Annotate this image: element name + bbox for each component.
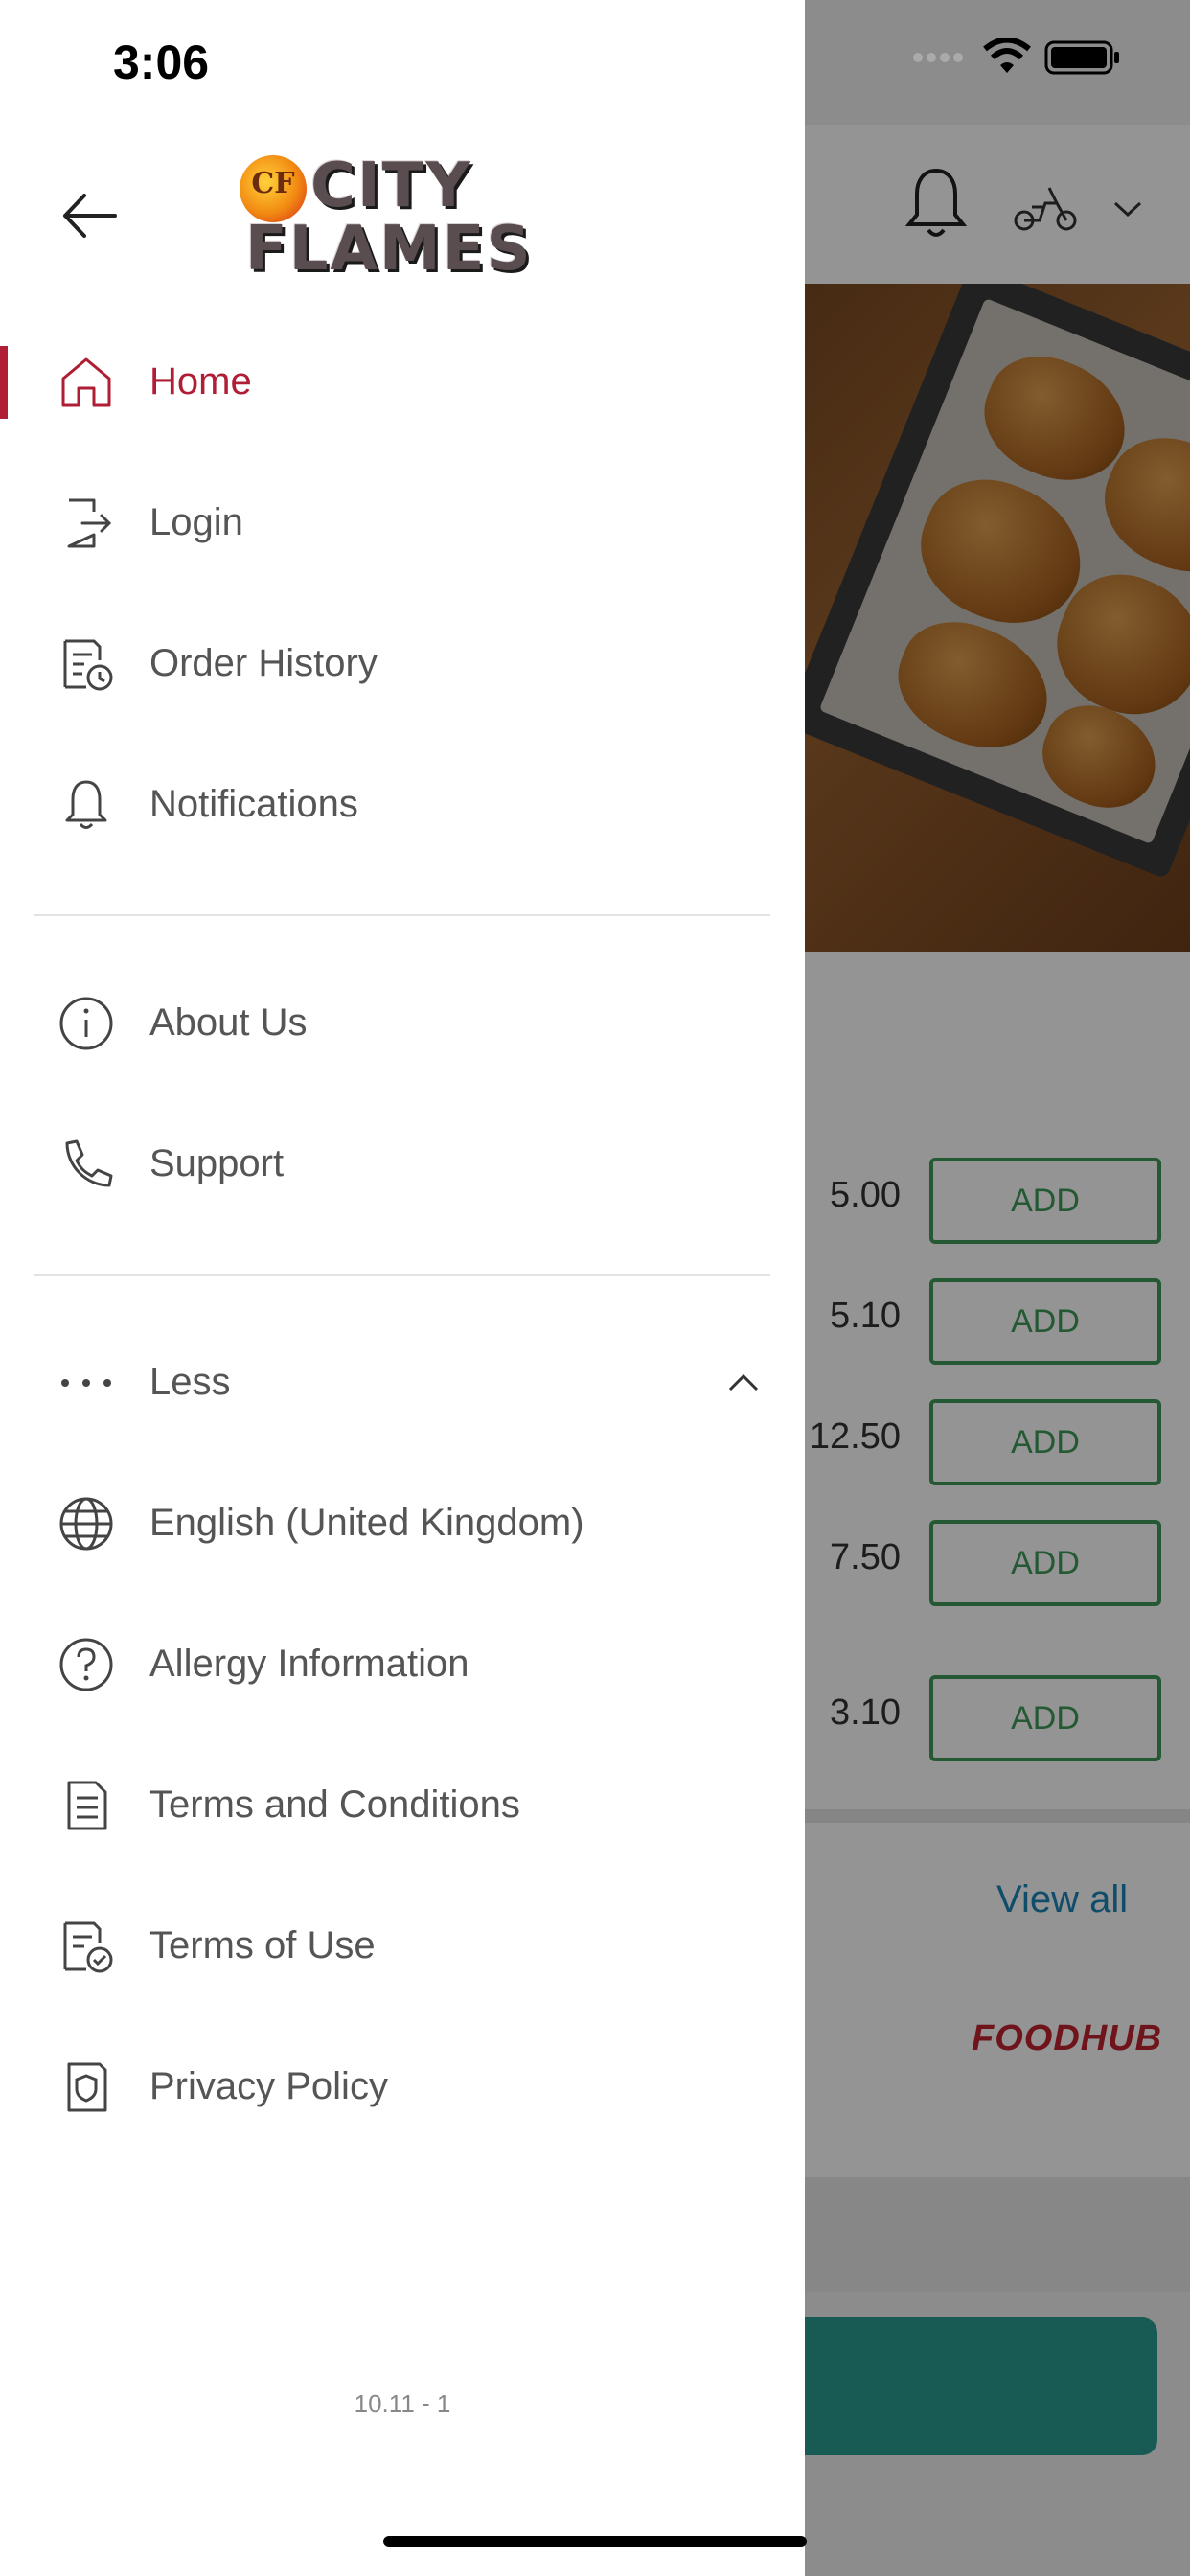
shield-icon (67, 2062, 107, 2112)
order-history-icon (63, 639, 113, 691)
menu-item-login[interactable]: Login (0, 471, 805, 576)
active-indicator (0, 346, 8, 419)
status-icons (912, 38, 1121, 77)
menu-item-label: Notifications (149, 783, 358, 825)
menu-item-order-history[interactable]: Order History (0, 611, 805, 717)
menu-item-label: Less (149, 1361, 231, 1403)
chevron-up-icon (728, 1373, 759, 1392)
menu-item-label: Home (149, 360, 252, 402)
phone-icon (65, 1139, 113, 1187)
menu-item-home[interactable]: Home (0, 330, 805, 435)
question-icon (59, 1638, 113, 1691)
login-icon (67, 498, 112, 548)
back-arrow-icon[interactable] (56, 182, 123, 249)
home-icon (61, 357, 111, 407)
menu-item-label: Allergy Information (149, 1643, 469, 1685)
menu-item-label: English (United Kingdom) (149, 1502, 584, 1544)
navigation-drawer: CF CITY FLAMES Home Login Order History (0, 0, 805, 2576)
menu-item-about-us[interactable]: About Us (0, 971, 805, 1076)
less-toggle[interactable]: Less (0, 1330, 805, 1436)
battery-icon (1044, 40, 1119, 75)
signal-icon (913, 53, 963, 62)
globe-icon (59, 1497, 113, 1551)
bell-icon (65, 780, 107, 829)
document-check-icon (63, 1921, 113, 1973)
menu-item-label: About Us (149, 1001, 308, 1044)
menu-item-allergy-information[interactable]: Allergy Information (0, 1612, 805, 1717)
wifi-icon (983, 38, 1031, 73)
info-icon (59, 997, 113, 1050)
menu-item-label: Privacy Policy (149, 2065, 388, 2107)
menu-item-label: Support (149, 1142, 285, 1184)
menu-divider (34, 1274, 770, 1276)
city-flames-logo: CF CITY FLAMES (236, 144, 609, 288)
menu-item-terms-and-conditions[interactable]: Terms and Conditions (0, 1753, 805, 1858)
app-version: 10.11 - 1 (354, 2389, 451, 2418)
menu-item-label: Terms of Use (149, 1924, 376, 1966)
status-time: 3:06 (113, 35, 210, 89)
document-icon (67, 1781, 107, 1830)
home-indicator (383, 2536, 807, 2547)
menu-item-notifications[interactable]: Notifications (0, 752, 805, 858)
menu-item-label: Login (149, 501, 243, 543)
menu-item-support[interactable]: Support (0, 1112, 805, 1217)
menu-divider (34, 914, 770, 916)
menu-item-language[interactable]: English (United Kingdom) (0, 1471, 805, 1576)
menu-item-terms-of-use[interactable]: Terms of Use (0, 1894, 805, 1999)
menu-item-privacy-policy[interactable]: Privacy Policy (0, 2035, 805, 2140)
menu-item-label: Order History (149, 642, 378, 684)
menu-item-label: Terms and Conditions (149, 1783, 520, 1826)
more-dots-icon (61, 1379, 111, 1387)
